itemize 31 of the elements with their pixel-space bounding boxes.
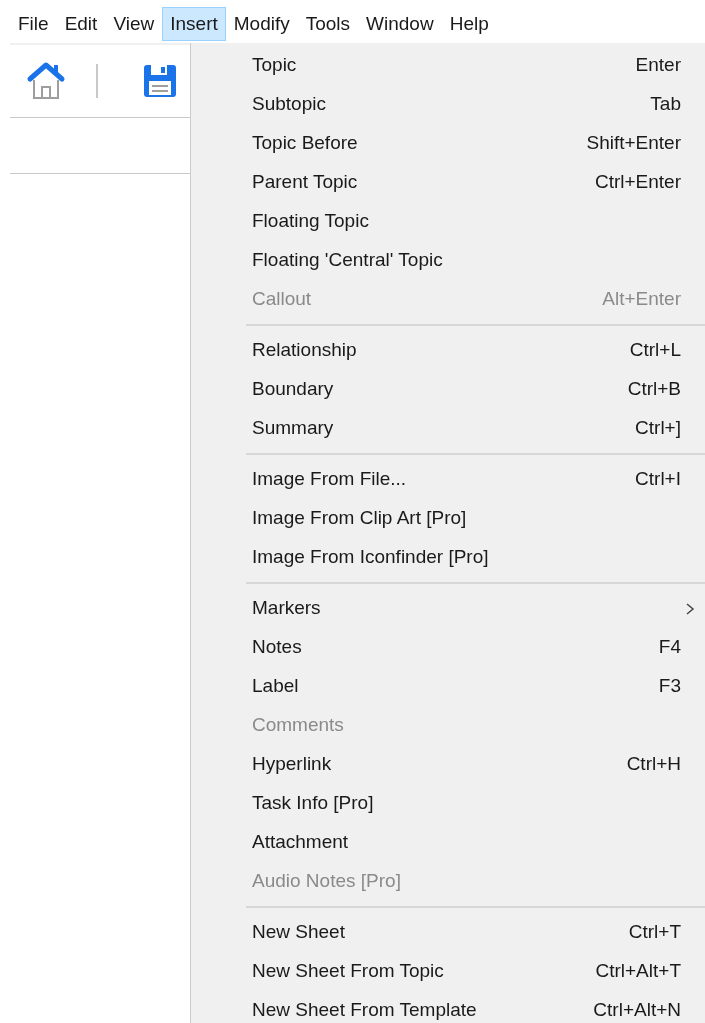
menu-item[interactable]: Label F3 <box>191 667 705 706</box>
menu-item[interactable]: Floating 'Central' Topic <box>191 241 705 280</box>
menu-bar-item[interactable]: Edit <box>56 7 106 41</box>
menu-item[interactable]: New Sheet From Template Ctrl+Alt+N <box>191 991 705 1023</box>
save-icon[interactable] <box>142 63 178 99</box>
chevron-right-icon <box>685 601 695 616</box>
menu-item[interactable]: Topic Enter <box>191 46 705 85</box>
menu-bar-item[interactable]: Tools <box>297 7 359 41</box>
menu-bar-item[interactable]: Modify <box>225 7 298 41</box>
menu-item[interactable]: Hyperlink Ctrl+H <box>191 745 705 784</box>
menu-item[interactable]: Relationship Ctrl+L <box>191 331 705 370</box>
menu-item[interactable]: Image From Clip Art [Pro] <box>191 499 705 538</box>
menu-item[interactable]: Parent Topic Ctrl+Enter <box>191 163 705 202</box>
menu-item[interactable]: Boundary Ctrl+B <box>191 370 705 409</box>
menu-item[interactable]: New Sheet Ctrl+T <box>191 913 705 952</box>
menu-item[interactable]: Floating Topic <box>191 202 705 241</box>
menu-item[interactable]: Image From Iconfinder [Pro] <box>191 538 705 577</box>
menu-item[interactable]: Notes F4 <box>191 628 705 667</box>
menu-item[interactable]: Task Info [Pro] <box>191 784 705 823</box>
menu-bar-item[interactable]: Insert <box>162 7 226 41</box>
menu-bar-item[interactable]: View <box>105 7 163 41</box>
menu-bar-item[interactable]: File <box>10 7 57 41</box>
menu-bar-item[interactable]: Window <box>358 7 442 41</box>
menu-item[interactable]: Markers <box>191 589 705 628</box>
menu-item[interactable]: New Sheet From Topic Ctrl+Alt+T <box>191 952 705 991</box>
menu-item[interactable]: Attachment <box>191 823 705 862</box>
menu-item[interactable]: Subtopic Tab <box>191 85 705 124</box>
menu-item[interactable]: Summary Ctrl+] <box>191 409 705 448</box>
menu-bar-item[interactable]: Help <box>441 7 497 41</box>
menu-item[interactable]: Image From File... Ctrl+I <box>191 460 705 499</box>
menu-item[interactable]: Topic Before Shift+Enter <box>191 124 705 163</box>
